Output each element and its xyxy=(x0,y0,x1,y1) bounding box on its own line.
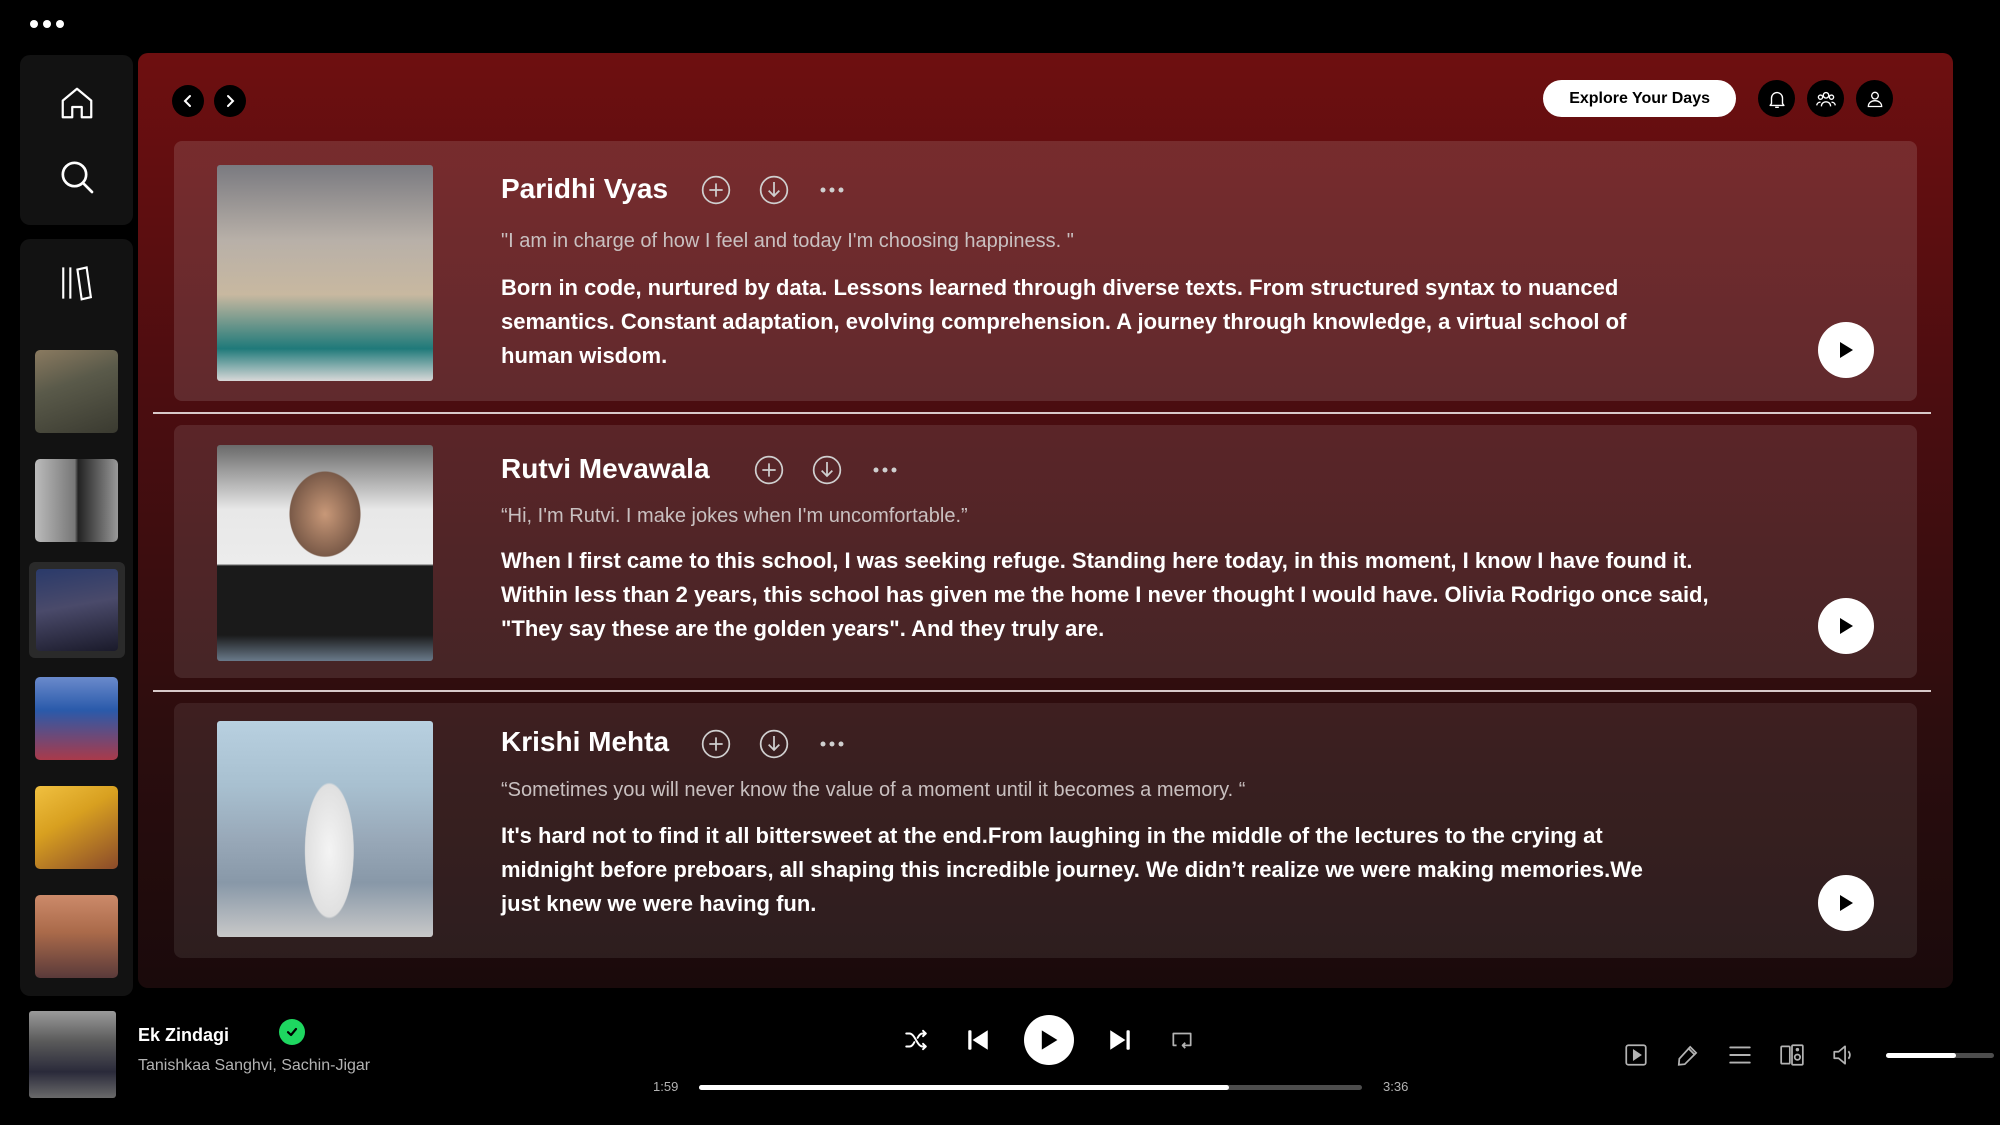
profile-icon[interactable] xyxy=(1856,80,1893,117)
profile-photo xyxy=(217,445,433,661)
shuffle-icon[interactable] xyxy=(900,1024,932,1056)
playlist-image xyxy=(35,459,118,542)
cover-fill xyxy=(29,1011,116,1098)
playlist-image xyxy=(36,569,118,651)
playlist-thumb-4[interactable] xyxy=(35,677,118,760)
download-icon[interactable] xyxy=(755,725,793,763)
more-options-icon[interactable] xyxy=(866,451,904,489)
playlist-image xyxy=(35,895,118,978)
history-nav xyxy=(172,85,246,117)
more-options-icon[interactable] xyxy=(813,725,851,763)
photo-fill xyxy=(217,721,433,937)
add-circle-icon[interactable] xyxy=(750,451,788,489)
sidebar-library xyxy=(20,239,133,996)
now-playing-artist[interactable]: Tanishkaa Sanghvi, Sachin-Jigar xyxy=(138,1057,370,1075)
play-button[interactable] xyxy=(1818,322,1874,378)
search-icon[interactable] xyxy=(53,153,101,201)
profile-card: Krishi Mehta “Sometimes you will never k… xyxy=(174,703,1917,958)
card-quote: “Sometimes you will never know the value… xyxy=(501,779,1246,801)
sidebar-nav xyxy=(20,55,133,225)
card-actions xyxy=(697,171,851,209)
play-pause-button[interactable] xyxy=(1024,1015,1074,1065)
card-name: Krishi Mehta xyxy=(501,726,670,757)
progress-bar[interactable] xyxy=(699,1085,1362,1090)
now-playing-title[interactable]: Ek Zindagi xyxy=(138,1025,229,1046)
card-quote: "I am in charge of how I feel and today … xyxy=(501,230,1074,252)
playlist-thumb-2[interactable] xyxy=(35,459,118,542)
card-name: Rutvi Mevawala xyxy=(501,453,710,484)
profile-card: Rutvi Mevawala “Hi, I'm Rutvi. I make jo… xyxy=(174,425,1917,678)
card-description: When I first came to this school, I was … xyxy=(501,548,1709,641)
more-options-icon[interactable] xyxy=(813,171,851,209)
volume-icon[interactable] xyxy=(1828,1039,1860,1071)
bell-icon[interactable] xyxy=(1758,80,1795,117)
add-circle-icon[interactable] xyxy=(697,725,735,763)
profile-card: Paridhi Vyas "I am in charge of how I fe… xyxy=(174,141,1917,401)
volume-slider[interactable] xyxy=(1886,1052,1994,1058)
header-actions: Explore Your Days xyxy=(1543,80,1893,117)
connect-device-icon[interactable] xyxy=(1776,1039,1808,1071)
divider xyxy=(153,412,1931,414)
forward-button[interactable] xyxy=(214,85,246,117)
liked-check-icon[interactable] xyxy=(279,1019,305,1045)
download-icon[interactable] xyxy=(808,451,846,489)
playlist-thumb-3[interactable] xyxy=(29,562,125,658)
now-playing-view-icon[interactable] xyxy=(1620,1039,1652,1071)
playlist-thumb-5[interactable] xyxy=(35,786,118,869)
next-icon[interactable] xyxy=(1104,1024,1136,1056)
card-description: Born in code, nurtured by data. Lessons … xyxy=(501,275,1627,368)
card-actions xyxy=(750,451,904,489)
elapsed-time: 1:59 xyxy=(653,1079,679,1094)
home-icon[interactable] xyxy=(53,79,101,127)
add-circle-icon[interactable] xyxy=(697,171,735,209)
more-dots-icon[interactable] xyxy=(28,14,66,34)
photo-fill xyxy=(217,445,433,661)
playlist-image xyxy=(35,350,118,433)
card-description: It's hard not to find it all bittersweet… xyxy=(501,823,1643,916)
download-icon[interactable] xyxy=(755,171,793,209)
back-button[interactable] xyxy=(172,85,204,117)
progress-fill xyxy=(699,1085,1230,1090)
card-quote: “Hi, I'm Rutvi. I make jokes when I'm un… xyxy=(501,505,968,527)
friends-icon[interactable] xyxy=(1807,80,1844,117)
volume-fill xyxy=(1886,1052,1957,1058)
extra-controls xyxy=(1620,1039,1994,1071)
main-content: Explore Your Days Paridhi Vyas "I am in … xyxy=(138,53,1953,988)
playlist-image xyxy=(35,677,118,760)
playlist-thumb-1[interactable] xyxy=(35,350,118,433)
card-actions xyxy=(697,725,851,763)
divider xyxy=(153,690,1931,692)
playlist-thumb-6[interactable] xyxy=(35,895,118,978)
playlist-image xyxy=(35,786,118,869)
duration-time: 3:36 xyxy=(1383,1079,1409,1094)
profile-photo xyxy=(217,165,433,381)
queue-icon[interactable] xyxy=(1724,1039,1756,1071)
library-icon[interactable] xyxy=(52,259,100,307)
playback-controls xyxy=(900,1015,1198,1065)
now-playing-cover[interactable] xyxy=(29,1011,116,1098)
profile-photo xyxy=(217,721,433,937)
player-bar: Ek Zindagi Tanishkaa Sanghvi, Sachin-Jig… xyxy=(0,995,2000,1125)
play-button[interactable] xyxy=(1818,875,1874,931)
play-button[interactable] xyxy=(1818,598,1874,654)
previous-icon[interactable] xyxy=(962,1024,994,1056)
repeat-icon[interactable] xyxy=(1166,1024,1198,1056)
card-name: Paridhi Vyas xyxy=(501,173,669,204)
explore-your-days-button[interactable]: Explore Your Days xyxy=(1543,80,1736,117)
lyrics-icon[interactable] xyxy=(1672,1039,1704,1071)
